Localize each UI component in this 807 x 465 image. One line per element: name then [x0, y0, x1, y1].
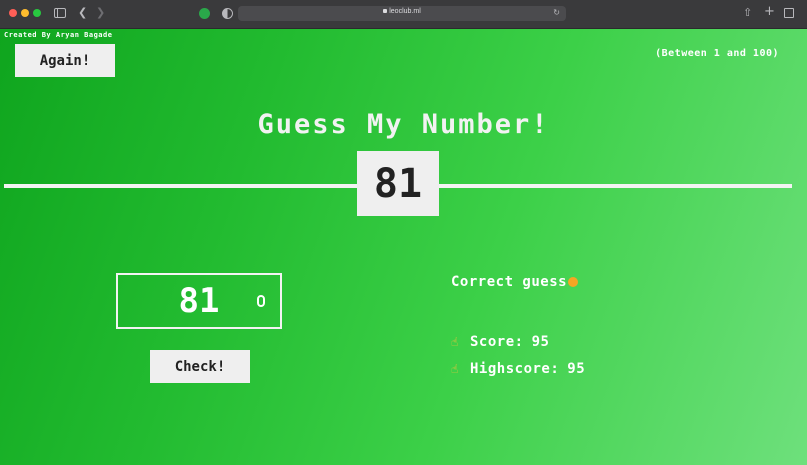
- guess-input[interactable]: 81: [116, 273, 282, 329]
- secret-number-box: 81: [357, 151, 439, 216]
- score-value: 95: [531, 334, 550, 350]
- extension-icon[interactable]: [199, 8, 210, 19]
- lock-icon: [383, 9, 388, 13]
- new-tab-icon[interactable]: +: [764, 5, 775, 18]
- privacy-shield-icon[interactable]: [222, 8, 233, 19]
- forward-arrow-icon[interactable]: ❯: [96, 7, 105, 18]
- score-label: Score:: [470, 334, 524, 350]
- back-arrow-icon[interactable]: ❮: [78, 7, 87, 18]
- browser-toolbar: ❮ ❯ leoclub.ml ↻ ⇧ +: [0, 0, 807, 29]
- status-message-text: Correct guess: [451, 274, 568, 290]
- minimize-window-icon[interactable]: [21, 9, 29, 17]
- sidebar-toggle-icon[interactable]: [54, 8, 66, 18]
- address-bar[interactable]: leoclub.ml ↻: [238, 6, 566, 21]
- star-struck-face-icon: [568, 277, 579, 287]
- close-window-icon[interactable]: [9, 9, 17, 17]
- again-button[interactable]: Again!: [15, 44, 115, 77]
- guess-input-value: 81: [178, 281, 220, 321]
- status-message: Correct guess: [451, 274, 579, 290]
- tab-overview-icon[interactable]: [784, 8, 794, 18]
- share-icon[interactable]: ⇧: [743, 7, 752, 18]
- credit-text: Created By Aryan Bagade: [4, 31, 113, 39]
- score-row: ☝ Score: 95: [451, 334, 549, 350]
- range-hint: (Between 1 and 100): [655, 48, 779, 59]
- game-page: Created By Aryan Bagade Again! (Between …: [0, 29, 807, 465]
- raised-finger-icon: ☝: [451, 362, 459, 376]
- reload-icon[interactable]: ↻: [553, 9, 560, 17]
- address-bar-url: leoclub.ml: [238, 8, 566, 15]
- url-text: leoclub.ml: [389, 8, 421, 15]
- number-spinner-icon[interactable]: [257, 295, 265, 307]
- highscore-label: Highscore:: [470, 361, 560, 377]
- check-button[interactable]: Check!: [150, 350, 250, 383]
- highscore-value: 95: [567, 361, 586, 377]
- highscore-row: ☝ Highscore: 95: [451, 361, 585, 377]
- page-title: Guess My Number!: [257, 109, 550, 140]
- maximize-window-icon[interactable]: [33, 9, 41, 17]
- pointing-hand-icon: ☝: [451, 335, 459, 349]
